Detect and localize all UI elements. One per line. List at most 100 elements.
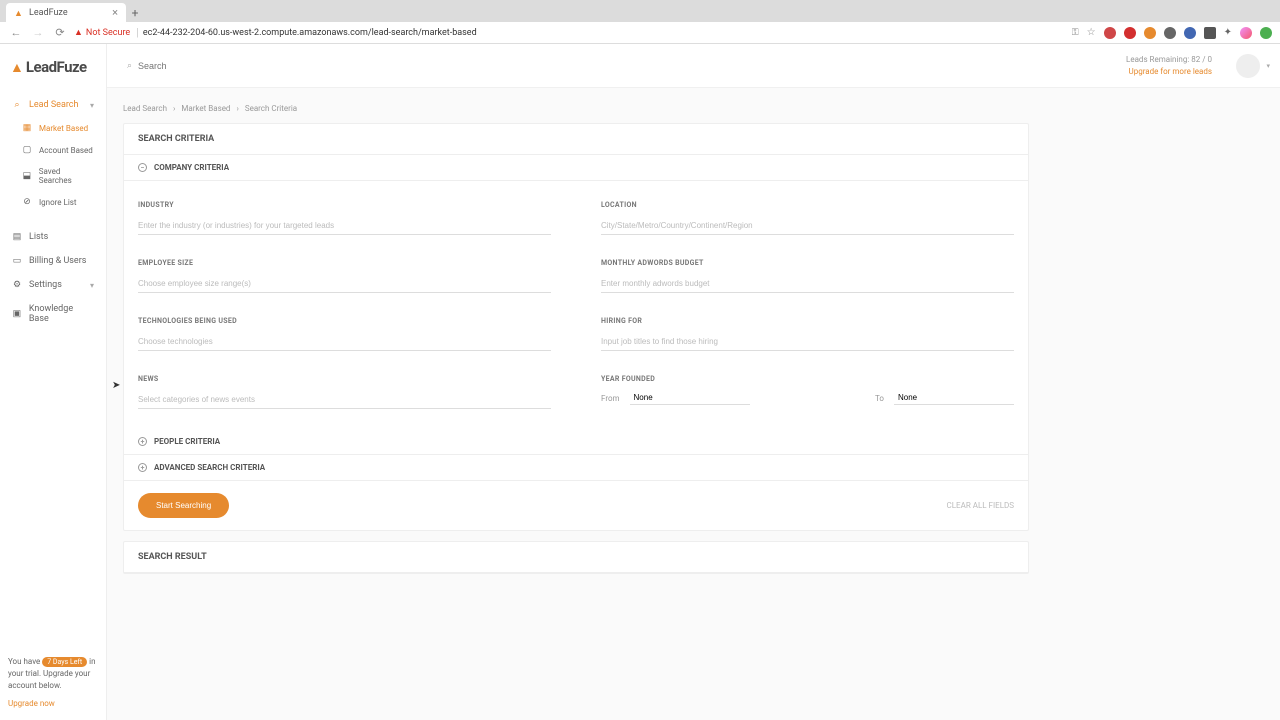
expand-icon: +	[138, 463, 147, 472]
grid-icon: ▦	[22, 123, 32, 133]
tab-title: LeadFuze	[29, 8, 68, 18]
breadcrumb: Lead Search › Market Based › Search Crit…	[123, 104, 1264, 113]
field-label: NEWS	[138, 375, 551, 383]
extensions: ⚿ ☆ ✦	[1072, 27, 1272, 39]
sidebar-item-market-based[interactable]: ▦ Market Based	[18, 118, 98, 138]
year-founded-field: YEAR FOUNDED From To	[601, 375, 1014, 409]
sidebar-item-settings[interactable]: ⚙ Settings ▾	[8, 274, 98, 296]
browser-chrome: ▲ LeadFuze × + ← → ⟳ ▲ Not Secure | ec2-…	[0, 0, 1280, 44]
forward-icon[interactable]: →	[30, 25, 46, 41]
technologies-input[interactable]	[138, 333, 551, 351]
new-tab-button[interactable]: +	[126, 4, 144, 22]
key-icon[interactable]: ⚿	[1072, 28, 1079, 38]
browser-tab[interactable]: ▲ LeadFuze ×	[6, 3, 126, 22]
advanced-criteria-toggle[interactable]: + ADVANCED SEARCH CRITERIA	[124, 455, 1028, 481]
sidebar-item-ignore-list[interactable]: ⊘ Ignore List	[18, 192, 98, 212]
search-input[interactable]	[138, 61, 338, 71]
url-bar: ← → ⟳ ▲ Not Secure | ec2-44-232-204-60.u…	[0, 22, 1280, 44]
technologies-field: TECHNOLOGIES BEING USED	[138, 317, 551, 351]
field-label: HIRING FOR	[601, 317, 1014, 325]
breadcrumb-item: Search Criteria	[245, 104, 297, 113]
year-to-label: To	[875, 394, 884, 403]
upgrade-now-link[interactable]: Upgrade now	[8, 698, 55, 710]
adwords-field: MONTHLY ADWORDS BUDGET	[601, 259, 1014, 293]
reload-icon[interactable]: ⟳	[52, 25, 68, 41]
industry-field: INDUSTRY	[138, 201, 551, 235]
ext-icon[interactable]	[1184, 27, 1196, 39]
save-icon: ⬓	[22, 171, 32, 181]
chevron-right-icon: ›	[236, 104, 238, 113]
avatar-icon[interactable]	[1240, 27, 1252, 39]
field-label: LOCATION	[601, 201, 1014, 209]
panel-header: SEARCH CRITERIA	[124, 124, 1028, 155]
main: ⌕ Leads Remaining: 82 / 0 Upgrade for mo…	[107, 44, 1280, 720]
sidebar-item-saved-searches[interactable]: ⬓ Saved Searches	[18, 162, 98, 190]
warning-icon: ▲	[74, 27, 83, 38]
year-from-input[interactable]	[630, 391, 750, 405]
breadcrumb-item[interactable]: Lead Search	[123, 104, 167, 113]
field-label: YEAR FOUNDED	[601, 375, 1014, 383]
url-text[interactable]: ec2-44-232-204-60.us-west-2.compute.amaz…	[143, 28, 1072, 38]
start-searching-button[interactable]: Start Searching	[138, 493, 229, 518]
breadcrumb-item[interactable]: Market Based	[181, 104, 230, 113]
chevron-down-icon: ▾	[90, 101, 94, 110]
collapse-icon: −	[138, 163, 147, 172]
card-icon: ▭	[12, 256, 22, 266]
sidebar: ▲ LeadFuze ⌕ Lead Search ▾ ▦ Market Base…	[0, 44, 107, 720]
sidebar-item-account-based[interactable]: ▢ Account Based	[18, 140, 98, 160]
hiring-input[interactable]	[601, 333, 1014, 351]
logo: ▲ LeadFuze	[8, 54, 98, 94]
panel-header: SEARCH RESULT	[124, 542, 1028, 573]
clear-all-link[interactable]: CLEAR ALL FIELDS	[947, 501, 1014, 510]
employee-size-field: EMPLOYEE SIZE	[138, 259, 551, 293]
news-field: NEWS	[138, 375, 551, 409]
employee-size-input[interactable]	[138, 275, 551, 293]
app: ▲ LeadFuze ⌕ Lead Search ▾ ▦ Market Base…	[0, 44, 1280, 720]
close-icon[interactable]: ×	[112, 6, 118, 19]
leads-info: Leads Remaining: 82 / 0 Upgrade for more…	[1126, 55, 1212, 76]
company-criteria-toggle[interactable]: − COMPANY CRITERIA	[124, 155, 1028, 181]
adwords-input[interactable]	[601, 275, 1014, 293]
ext-icon[interactable]	[1164, 27, 1176, 39]
topbar: ⌕ Leads Remaining: 82 / 0 Upgrade for mo…	[107, 44, 1280, 88]
ext-icon[interactable]	[1204, 27, 1216, 39]
location-input[interactable]	[601, 217, 1014, 235]
year-to-input[interactable]	[894, 391, 1014, 405]
logo-text: LeadFuze	[26, 58, 87, 76]
ext-icon[interactable]	[1260, 27, 1272, 39]
ext-icon[interactable]	[1104, 27, 1116, 39]
sidebar-item-knowledge[interactable]: ▣ Knowledge Base	[8, 298, 98, 330]
search-wrap: ⌕	[127, 61, 338, 71]
tab-bar: ▲ LeadFuze × +	[0, 0, 1280, 22]
location-field: LOCATION	[601, 201, 1014, 235]
sidebar-item-lists[interactable]: ▤ Lists	[8, 226, 98, 248]
panel-footer: Start Searching CLEAR ALL FIELDS	[124, 481, 1028, 530]
flame-icon: ▲	[14, 8, 24, 18]
expand-icon: +	[138, 437, 147, 446]
back-icon[interactable]: ←	[8, 25, 24, 41]
industry-input[interactable]	[138, 217, 551, 235]
building-icon: ▢	[22, 145, 32, 155]
chevron-down-icon: ▾	[90, 281, 94, 290]
news-input[interactable]	[138, 391, 551, 409]
field-label: TECHNOLOGIES BEING USED	[138, 317, 551, 325]
ext-icon[interactable]	[1124, 27, 1136, 39]
field-label: INDUSTRY	[138, 201, 551, 209]
sidebar-item-lead-search[interactable]: ⌕ Lead Search ▾	[8, 94, 98, 116]
people-criteria-toggle[interactable]: + PEOPLE CRITERIA	[124, 429, 1028, 455]
leads-remaining: Leads Remaining: 82 / 0	[1126, 55, 1212, 64]
trial-box: You have 7 Days Left in your trial. Upgr…	[8, 656, 98, 710]
search-icon: ⌕	[12, 100, 22, 110]
ban-icon: ⊘	[22, 197, 32, 207]
avatar[interactable]: ▾	[1236, 54, 1260, 78]
search-result-panel: SEARCH RESULT	[123, 541, 1029, 574]
not-secure-badge: ▲ Not Secure	[74, 27, 130, 38]
hiring-field: HIRING FOR	[601, 317, 1014, 351]
sidebar-item-billing[interactable]: ▭ Billing & Users	[8, 250, 98, 272]
search-icon: ⌕	[127, 61, 132, 71]
star-icon[interactable]: ☆	[1087, 27, 1096, 38]
upgrade-link[interactable]: Upgrade for more leads	[1126, 67, 1212, 76]
field-label: MONTHLY ADWORDS BUDGET	[601, 259, 1014, 267]
puzzle-icon[interactable]: ✦	[1224, 27, 1232, 38]
ext-icon[interactable]	[1144, 27, 1156, 39]
